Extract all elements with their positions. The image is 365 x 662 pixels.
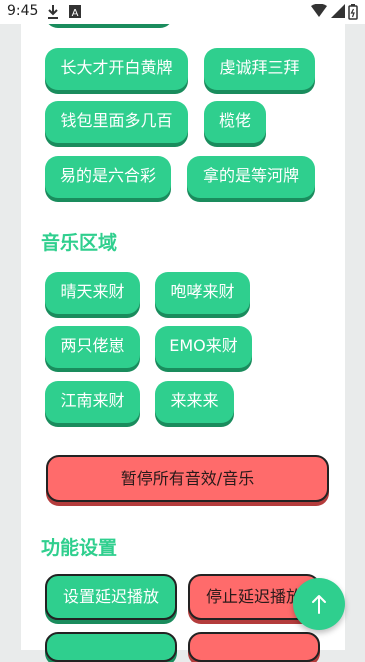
sound-button-6[interactable]: 拿的是等河牌 (187, 156, 315, 198)
settings-section-title: 功能设置 (41, 537, 118, 559)
settings-button-3-partial[interactable] (45, 632, 177, 662)
sound-button-1[interactable]: 长大才开白黄牌 (45, 48, 188, 90)
battery-icon (348, 4, 358, 20)
scroll-to-top-button[interactable] (293, 578, 345, 630)
svg-text:A: A (72, 8, 79, 19)
status-bar: 9:45 A (0, 0, 365, 24)
music-button-4[interactable]: EMO来财 (155, 326, 252, 368)
signal-icon (331, 4, 345, 18)
sound-button-2[interactable]: 虔诚拜三拜 (204, 48, 315, 90)
sound-button-5[interactable]: 易的是六合彩 (45, 156, 171, 198)
set-delay-play-button[interactable]: 设置延迟播放 (45, 574, 177, 620)
text-app-icon: A (69, 5, 81, 19)
content-panel: 长大才开白黄牌 虔诚拜三拜 钱包里面多几百 榄佬 易的是六合彩 拿的是等河牌 音… (21, 0, 345, 662)
stop-all-button[interactable]: 暂停所有音效/音乐 (46, 455, 329, 502)
download-icon (48, 5, 58, 19)
music-button-1[interactable]: 晴天来财 (45, 272, 140, 314)
sound-button-3[interactable]: 钱包里面多几百 (45, 101, 188, 143)
music-button-2[interactable]: 咆哮来财 (155, 272, 250, 314)
sound-button-4[interactable]: 榄佬 (204, 101, 266, 143)
status-time: 9:45 (7, 3, 39, 19)
settings-button-4-partial[interactable] (188, 632, 320, 662)
music-button-5[interactable]: 江南来财 (45, 381, 140, 423)
wifi-icon (311, 4, 327, 17)
music-button-3[interactable]: 两只佬崽 (45, 326, 140, 368)
music-section-title: 音乐区域 (41, 232, 118, 254)
music-button-6[interactable]: 来来来 (155, 381, 234, 423)
arrow-up-icon (312, 595, 326, 614)
